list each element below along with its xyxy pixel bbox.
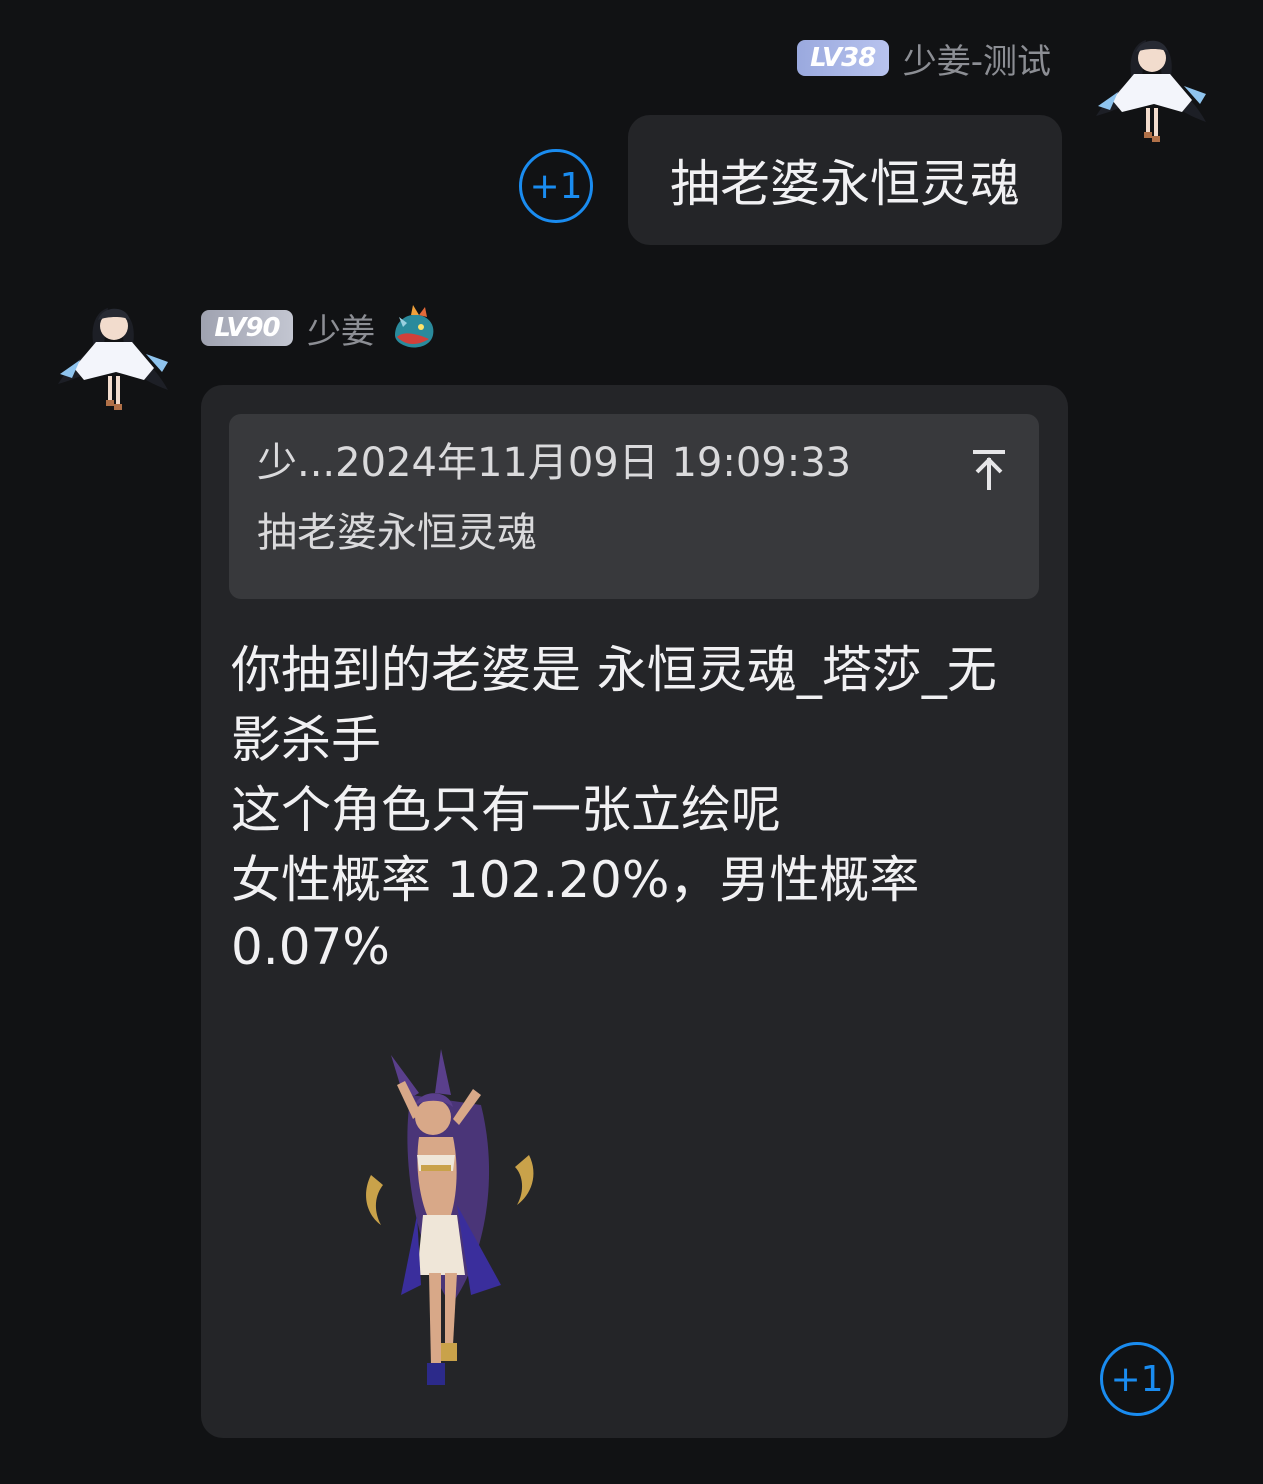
reply-line: 影杀手 (231, 711, 381, 769)
reply-line: 这个角色只有一张立绘呢 (231, 781, 781, 839)
character-illustration-image[interactable] (361, 1045, 541, 1405)
quote-body: 抽老婆永恒灵魂 (257, 510, 537, 556)
chat-screen: LV38 少姜-测试 +1 抽老婆永恒灵魂 LV90 少姜 少...2024年1… (0, 0, 1263, 1484)
other-name-row: LV90 少姜 (201, 304, 439, 353)
other-level-badge: LV90 (201, 310, 293, 346)
other-nickname[interactable]: 少姜 (307, 304, 375, 353)
other-avatar[interactable] (50, 298, 180, 422)
self-avatar[interactable] (1088, 30, 1218, 154)
jump-to-top-icon[interactable] (969, 448, 1009, 492)
plus-one-button[interactable]: +1 (1100, 1342, 1174, 1416)
quoted-message-card[interactable]: 少...2024年11月09日 19:09:33 抽老婆永恒灵魂 (229, 414, 1039, 599)
self-name-row: LV38 少姜-测试 (796, 34, 1051, 83)
reply-text: 你抽到的老婆是 永恒灵魂_塔莎_无 影杀手 这个角色只有一张立绘呢 女性概率 1… (231, 635, 1041, 979)
quote-header: 少...2024年11月09日 19:09:33 (257, 440, 852, 486)
self-level-badge: LV38 (796, 40, 889, 76)
plus-one-button[interactable]: +1 (519, 149, 593, 223)
reply-line: 女性概率 102.20%，男性概率 (231, 851, 920, 909)
anime-girl-avatar-icon (58, 308, 168, 410)
self-message-bubble[interactable]: 抽老婆永恒灵魂 (628, 115, 1062, 245)
self-message-text: 抽老婆永恒灵魂 (670, 155, 1020, 213)
dragon-icon (389, 305, 439, 351)
reply-line: 你抽到的老婆是 永恒灵魂_塔莎_无 (231, 641, 997, 699)
self-nickname[interactable]: 少姜-测试 (903, 34, 1051, 83)
anime-girl-avatar-icon (1096, 40, 1206, 142)
reply-line: 0.07% (231, 918, 390, 976)
other-message-bubble[interactable]: 少...2024年11月09日 19:09:33 抽老婆永恒灵魂 你抽到的老婆是… (201, 385, 1068, 1438)
